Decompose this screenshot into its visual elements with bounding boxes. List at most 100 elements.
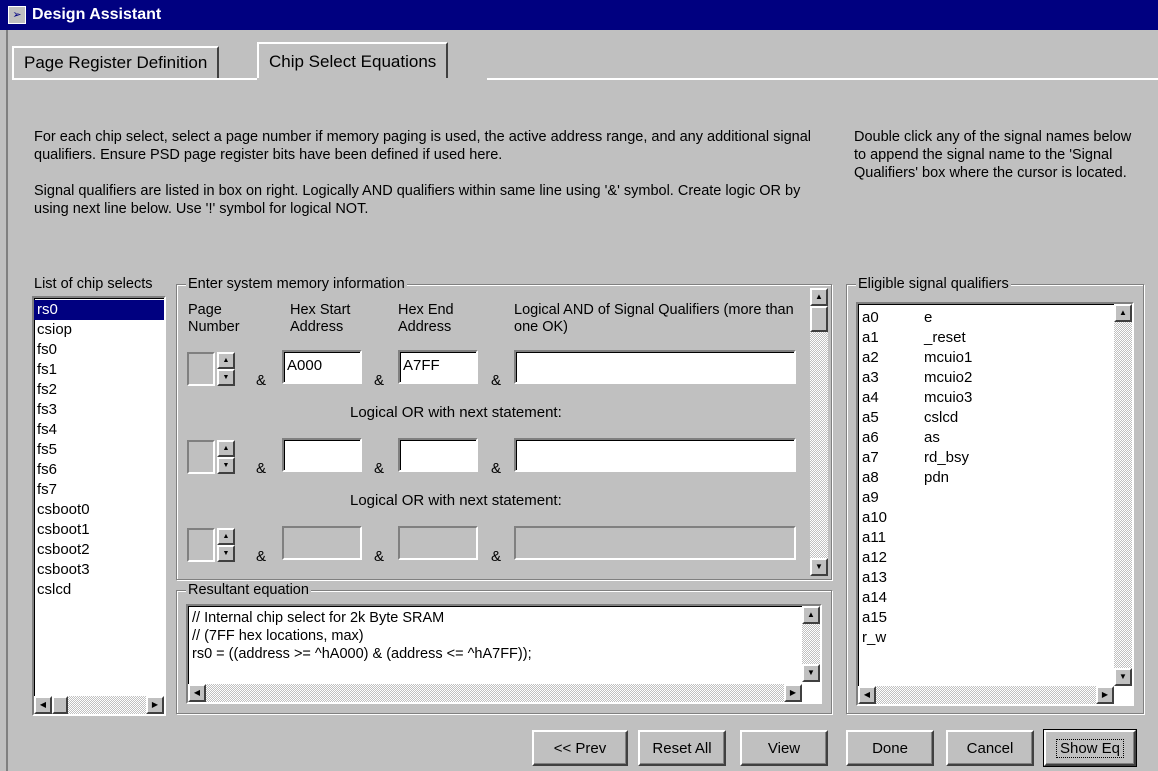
scroll-track[interactable] <box>206 684 784 702</box>
signal-qualifier-item[interactable]: a10 <box>860 508 887 528</box>
signal-qualifier-item[interactable]: a13 <box>860 568 887 588</box>
scroll-thumb[interactable] <box>810 306 828 332</box>
signal-qualifier-item[interactable]: a12 <box>860 548 887 568</box>
equation-vscroll[interactable]: ▲ ▼ <box>802 606 820 682</box>
signal-qualifier-item[interactable]: a15 <box>860 608 887 628</box>
hex-end-input[interactable] <box>398 438 478 472</box>
chip-select-item[interactable]: csiop <box>34 320 164 340</box>
signal-qualifier-item[interactable]: _reset <box>922 328 972 348</box>
reset-all-button[interactable]: Reset All <box>638 730 726 766</box>
scroll-down-icon[interactable]: ▼ <box>1114 668 1132 686</box>
scroll-track[interactable] <box>1114 322 1132 668</box>
signal-qualifier-item[interactable]: a2 <box>860 348 887 368</box>
chip-select-item[interactable]: fs4 <box>34 420 164 440</box>
chip-select-list[interactable]: rs0 csiop fs0 fs1 fs2 fs3 fs4 fs5 fs6 fs7 csboot0 c… <box>32 296 166 716</box>
page-number-field[interactable] <box>187 352 215 386</box>
memory-scrollbar[interactable]: ▲ ▼ <box>810 288 828 576</box>
chip-select-item[interactable]: rs0 <box>34 300 164 320</box>
cancel-button[interactable]: Cancel <box>946 730 1034 766</box>
prev-button[interactable]: << Prev <box>532 730 628 766</box>
scroll-up-icon[interactable]: ▲ <box>810 288 828 306</box>
page-number-spinner[interactable]: ▲ ▼ <box>217 528 235 562</box>
view-button[interactable]: View <box>740 730 828 766</box>
signal-qualifier-item[interactable]: a6 <box>860 428 887 448</box>
page-number-spinner[interactable]: ▲ ▼ <box>217 352 235 386</box>
scroll-right-icon[interactable]: ▶ <box>784 684 802 702</box>
spin-down-icon[interactable]: ▼ <box>217 545 235 562</box>
signal-qualifier-item[interactable]: a7 <box>860 448 887 468</box>
spin-up-icon[interactable]: ▲ <box>217 528 235 545</box>
chip-select-item[interactable]: cslcd <box>34 580 164 600</box>
chip-select-item[interactable]: csboot3 <box>34 560 164 580</box>
scroll-thumb[interactable] <box>52 696 68 714</box>
signal-qualifier-item[interactable]: a8 <box>860 468 887 488</box>
tab-page-register-definition[interactable]: Page Register Definition <box>12 46 220 78</box>
signal-qualifier-item[interactable]: e <box>922 308 972 328</box>
amp-symbol: & <box>374 548 385 565</box>
signal-qualifier-item[interactable]: a3 <box>860 368 887 388</box>
scroll-left-icon[interactable]: ◀ <box>858 686 876 704</box>
chip-select-item[interactable]: fs2 <box>34 380 164 400</box>
scroll-track[interactable] <box>802 624 820 664</box>
signal-qualifier-item[interactable]: mcuio2 <box>922 368 972 388</box>
scroll-down-icon[interactable]: ▼ <box>810 558 828 576</box>
scroll-up-icon[interactable]: ▲ <box>1114 304 1132 322</box>
signal-qualifier-item[interactable]: a9 <box>860 488 887 508</box>
signal-qualifier-item[interactable]: mcuio3 <box>922 388 972 408</box>
done-button[interactable]: Done <box>846 730 934 766</box>
qualifiers-list[interactable]: a0 a1 a2 a3 a4 a5 a6 a7 a8 a9 a10 a11 a12 a13 a14 a15 r_… <box>856 302 1134 706</box>
app-icon[interactable]: ➢ <box>8 6 26 24</box>
signal-qualifier-item[interactable]: as <box>922 428 972 448</box>
signal-qualifier-item[interactable]: r_w <box>860 628 887 648</box>
scroll-right-icon[interactable]: ▶ <box>146 696 164 714</box>
signal-qualifier-item[interactable]: pdn <box>922 468 972 488</box>
qualifiers-hscroll[interactable]: ◀ ▶ <box>858 686 1114 704</box>
hex-end-input[interactable]: A7FF <box>398 350 478 384</box>
scroll-track[interactable] <box>876 686 1096 704</box>
chip-select-item[interactable]: csboot2 <box>34 540 164 560</box>
signal-qualifiers-input[interactable] <box>514 350 796 384</box>
page-number-field[interactable] <box>187 440 215 474</box>
page-number-field[interactable] <box>187 528 215 562</box>
chip-select-item[interactable]: fs5 <box>34 440 164 460</box>
scroll-down-icon[interactable]: ▼ <box>802 664 820 682</box>
signal-qualifier-item[interactable]: a11 <box>860 528 887 548</box>
scroll-track[interactable] <box>810 332 828 558</box>
signal-qualifier-item[interactable]: a0 <box>860 308 887 328</box>
scroll-track[interactable] <box>68 696 146 714</box>
chip-select-item[interactable]: fs0 <box>34 340 164 360</box>
show-eq-button[interactable]: Show Eq <box>1043 729 1137 767</box>
signal-qualifier-item[interactable]: cslcd <box>922 408 972 428</box>
chip-select-item[interactable]: csboot0 <box>34 500 164 520</box>
qualifiers-vscroll[interactable]: ▲ ▼ <box>1114 304 1132 686</box>
spin-down-icon[interactable]: ▼ <box>217 369 235 386</box>
tab-chip-select-equations[interactable]: Chip Select Equations <box>257 42 449 80</box>
page-number-spinner[interactable]: ▲ ▼ <box>217 440 235 474</box>
signal-qualifiers-input[interactable] <box>514 526 796 560</box>
hex-start-input[interactable] <box>282 526 362 560</box>
spin-down-icon[interactable]: ▼ <box>217 457 235 474</box>
chip-select-item[interactable]: csboot1 <box>34 520 164 540</box>
spin-up-icon[interactable]: ▲ <box>217 352 235 369</box>
signal-qualifier-item[interactable]: mcuio1 <box>922 348 972 368</box>
scroll-left-icon[interactable]: ◀ <box>34 696 52 714</box>
spin-up-icon[interactable]: ▲ <box>217 440 235 457</box>
signal-qualifier-item[interactable]: rd_bsy <box>922 448 972 468</box>
signal-qualifier-item[interactable]: a4 <box>860 388 887 408</box>
chip-select-item[interactable]: fs6 <box>34 460 164 480</box>
signal-qualifier-item[interactable]: a1 <box>860 328 887 348</box>
chip-select-item[interactable]: fs3 <box>34 400 164 420</box>
scroll-up-icon[interactable]: ▲ <box>802 606 820 624</box>
signal-qualifiers-input[interactable] <box>514 438 796 472</box>
resultant-equation-text[interactable]: // Internal chip select for 2k Byte SRAM… <box>186 604 822 704</box>
chip-select-item[interactable]: fs1 <box>34 360 164 380</box>
hex-end-input[interactable] <box>398 526 478 560</box>
signal-qualifier-item[interactable]: a5 <box>860 408 887 428</box>
hex-start-input[interactable]: A000 <box>282 350 362 384</box>
equation-hscroll[interactable]: ◀ ▶ <box>188 684 802 702</box>
hex-start-input[interactable] <box>282 438 362 472</box>
scroll-right-icon[interactable]: ▶ <box>1096 686 1114 704</box>
signal-qualifier-item[interactable]: a14 <box>860 588 887 608</box>
chip-select-item[interactable]: fs7 <box>34 480 164 500</box>
scroll-left-icon[interactable]: ◀ <box>188 684 206 702</box>
